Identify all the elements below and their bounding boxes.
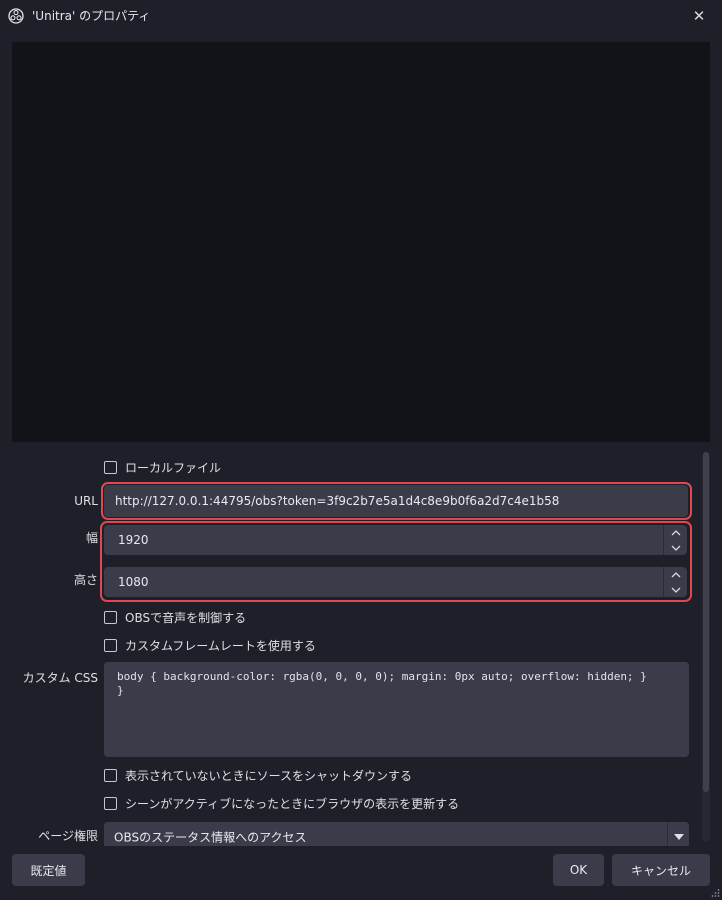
width-spinbox[interactable]: 1920 xyxy=(104,525,687,555)
url-label: URL xyxy=(74,494,98,508)
local-file-label: ローカルファイル xyxy=(125,460,222,475)
chevron-down-icon[interactable] xyxy=(664,540,688,555)
triangle-down-icon[interactable] xyxy=(667,822,689,846)
page-permissions-value: OBSのステータス情報へのアクセス xyxy=(114,830,307,845)
custom-css-textarea[interactable]: body { background-color: rgba(0, 0, 0, 0… xyxy=(104,662,689,757)
obs-audio-checkbox-row[interactable]: OBSで音声を制御する xyxy=(104,608,246,626)
url-value: http://127.0.0.1:44795/obs?token=3f9c2b7… xyxy=(115,494,560,508)
defaults-button[interactable]: 既定値 xyxy=(12,854,85,886)
ok-button[interactable]: OK xyxy=(553,854,604,886)
custom-css-value: body { background-color: rgba(0, 0, 0, 0… xyxy=(117,670,647,697)
height-label: 高さ xyxy=(73,573,98,587)
close-icon: ✕ xyxy=(692,7,706,25)
page-permissions-select[interactable]: OBSのステータス情報へのアクセス xyxy=(104,822,689,846)
browser-preview xyxy=(12,42,710,442)
width-label: 幅 xyxy=(85,531,98,545)
page-permissions-label: ページ権限 xyxy=(38,829,98,843)
window-title: 'Unitra' のプロパティ xyxy=(32,9,151,23)
custom-fps-checkbox[interactable] xyxy=(104,638,117,652)
refresh-checkbox[interactable] xyxy=(104,796,117,810)
title-bar: 'Unitra' のプロパティ ✕ xyxy=(0,0,722,32)
shutdown-checkbox[interactable] xyxy=(104,768,117,782)
local-file-checkbox-row[interactable]: ローカルファイル xyxy=(104,458,221,476)
obs-logo-icon xyxy=(8,8,24,24)
scrollbar-thumb[interactable] xyxy=(703,452,709,792)
chevron-up-icon[interactable] xyxy=(664,525,688,540)
url-input[interactable]: http://127.0.0.1:44795/obs?token=3f9c2b7… xyxy=(104,485,688,517)
chevron-down-icon[interactable] xyxy=(664,582,688,597)
refresh-label: シーンがアクティブになったときにブラウザの表示を更新する xyxy=(125,796,460,811)
cancel-button[interactable]: キャンセル xyxy=(612,854,710,886)
form-scrollbar[interactable] xyxy=(702,452,710,842)
width-spin-buttons xyxy=(663,525,687,555)
custom-fps-checkbox-row[interactable]: カスタムフレームレートを使用する xyxy=(104,636,316,654)
properties-form: ローカルファイル URL http://127.0.0.1:44795/obs?… xyxy=(0,448,722,846)
custom-fps-label: カスタムフレームレートを使用する xyxy=(125,638,316,653)
height-spinbox[interactable]: 1080 xyxy=(104,567,687,597)
shutdown-checkbox-row[interactable]: 表示されていないときにソースをシャットダウンする xyxy=(104,766,412,784)
local-file-checkbox[interactable] xyxy=(104,460,117,474)
shutdown-label: 表示されていないときにソースをシャットダウンする xyxy=(125,768,413,783)
obs-audio-checkbox[interactable] xyxy=(104,610,117,624)
resize-grip-icon[interactable] xyxy=(710,888,720,898)
close-button[interactable]: ✕ xyxy=(676,0,722,32)
custom-css-label: カスタム CSS xyxy=(22,671,98,685)
chevron-up-icon[interactable] xyxy=(664,567,688,582)
width-value: 1920 xyxy=(118,533,149,547)
obs-audio-label: OBSで音声を制御する xyxy=(125,610,247,625)
height-spin-buttons xyxy=(663,567,687,597)
height-value: 1080 xyxy=(118,575,149,589)
refresh-checkbox-row[interactable]: シーンがアクティブになったときにブラウザの表示を更新する xyxy=(104,794,459,812)
